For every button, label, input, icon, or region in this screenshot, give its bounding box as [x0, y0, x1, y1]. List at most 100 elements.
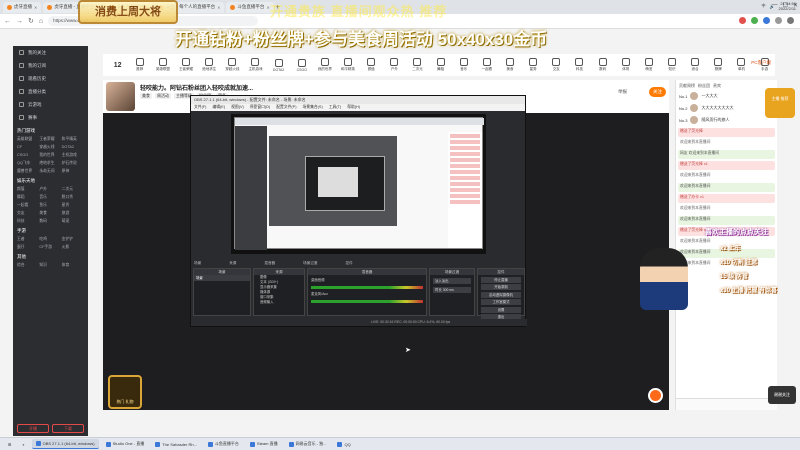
extension-icon[interactable] [763, 17, 770, 24]
obs-control-button[interactable]: 启动虚拟摄像机 [481, 291, 521, 298]
extension-icon[interactable] [739, 17, 746, 24]
sidebar-category-link[interactable]: 知识 [39, 263, 61, 268]
sidebar-item[interactable]: 赛事 [13, 111, 88, 124]
browser-tab[interactable]: 斗鱼直播平台 ✕ [105, 1, 154, 13]
ranking-row[interactable]: No.3 随风而行的旅人 [676, 114, 777, 126]
sidebar-category-link[interactable]: 蛋仔 [17, 245, 39, 250]
profile-icon[interactable] [775, 17, 782, 24]
forward-icon[interactable]: → [16, 18, 23, 25]
sidebar-category-link[interactable]: 绝地求生 [39, 161, 61, 166]
obs-control-button[interactable]: 停止直播 [481, 276, 521, 283]
sidebar-category-link[interactable]: CF手游 [39, 245, 61, 250]
sidebar-category-link[interactable]: 萌宠 [62, 219, 84, 224]
back-icon[interactable]: ← [4, 18, 11, 25]
sidebar-category-link[interactable]: 穿越火线 [39, 145, 61, 150]
taskbar-app[interactable]: Steam 直播 [246, 439, 282, 449]
source-item[interactable]: 音频输入 [254, 300, 304, 305]
category-item[interactable]: 和平精英 [337, 58, 358, 72]
sidebar-category-link[interactable]: 脱口秀 [62, 195, 84, 200]
ranking-row[interactable]: No.2 大大大大大大大大 [676, 102, 777, 114]
avatar[interactable] [106, 82, 135, 111]
new-tab-icon[interactable]: + [276, 4, 280, 11]
category-item[interactable]: 英雄联盟 [152, 58, 173, 72]
category-item[interactable]: 科技 [569, 58, 590, 72]
category-item[interactable]: 户外 [384, 58, 405, 72]
url-input[interactable] [48, 16, 259, 26]
sidebar-category-link[interactable]: 原神 [62, 169, 84, 174]
obs-control-button[interactable]: 开始录制 [481, 284, 521, 290]
category-item[interactable]: 我的世界 [314, 58, 335, 72]
obs-menu-item[interactable]: 帮助(H) [347, 104, 360, 111]
category-item[interactable]: 王者荣耀 [176, 58, 197, 72]
sidebar-category-link[interactable]: 美食 [39, 211, 61, 216]
sidebar-category-link[interactable]: 魔兽世界 [17, 169, 39, 174]
sidebar-item[interactable]: 观看历史 [13, 72, 88, 85]
taskbar-app[interactable]: OBS 27.1.1 (64-bit, windows) [31, 439, 99, 449]
sidebar-footer-button[interactable]: 下载 [52, 424, 84, 433]
sidebar-category-link[interactable]: 音乐 [39, 195, 61, 200]
sidebar-category-link[interactable]: 英雄联盟 [17, 137, 39, 142]
close-tab-icon[interactable]: ✕ [96, 5, 99, 10]
sidebar-category-link[interactable]: 主机游戏 [62, 153, 84, 158]
sidebar-category-link[interactable]: 星秀 [62, 203, 84, 208]
home-icon[interactable]: ⌂ [39, 18, 43, 25]
obs-menu-item[interactable]: 文件(F) [194, 104, 206, 111]
obs-menu-item[interactable]: 工具(T) [329, 104, 341, 111]
sidebar-category-link[interactable]: 户外 [39, 187, 61, 192]
sidebar-category-link[interactable]: CSGO [17, 153, 39, 158]
category-item[interactable]: 二次元 [407, 58, 428, 72]
sidebar-category-link[interactable]: 旅游 [62, 211, 84, 216]
category-item[interactable]: 穿越火线 [222, 58, 243, 72]
sidebar-category-link[interactable]: 体育 [62, 263, 84, 268]
sidebar-item[interactable]: 我的关注 [13, 46, 88, 59]
taskbar-app[interactable]: QQ [333, 439, 354, 449]
chat-input[interactable] [676, 398, 777, 410]
ranking-row[interactable]: No.1 一大大大 [676, 90, 777, 102]
close-tab-icon[interactable]: ✕ [217, 5, 220, 10]
category-item[interactable]: 交友 [546, 58, 567, 72]
category-item[interactable]: 舞蹈 [430, 58, 451, 72]
sidebar-category-link[interactable]: 二次元 [62, 187, 84, 192]
start-icon[interactable]: ⊞ [4, 439, 15, 449]
category-item[interactable]: 棋牌 [708, 58, 729, 72]
search-icon[interactable]: ⌕ [18, 439, 28, 449]
obs-menu-item[interactable]: 视图(V) [231, 104, 244, 111]
category-item[interactable]: 音乐 [453, 58, 474, 72]
close-tab-icon[interactable]: ✕ [266, 5, 269, 10]
category-item[interactable]: 数码 [592, 58, 613, 72]
report-link[interactable]: 举报 [618, 89, 627, 95]
sidebar-category-link[interactable]: 吃鸡 [39, 237, 61, 242]
category-item[interactable]: 一起看 [476, 58, 497, 72]
chat-tab[interactable]: 贡献周榜 [679, 83, 695, 88]
sidebar-category-link[interactable]: 综合 [17, 263, 39, 268]
category-item[interactable]: 主机游戏 [245, 58, 266, 72]
obs-control-button[interactable]: 设置 [481, 306, 521, 313]
room-tag[interactable]: 周活动 [155, 93, 171, 99]
category-item[interactable]: 美食 [499, 58, 520, 72]
refresh-icon[interactable]: ↻ [28, 17, 34, 25]
sidebar-category-link[interactable]: 我的世界 [39, 153, 61, 158]
sidebar-category-link[interactable]: 舞蹈 [17, 195, 39, 200]
clock[interactable]: 21:04:59 2022/2/11 [779, 1, 797, 11]
category-item[interactable]: 绝地求生 [199, 58, 220, 72]
sidebar-category-link[interactable]: 火影 [62, 245, 84, 250]
sidebar-category-link[interactable]: 炉石传说 [62, 161, 84, 166]
close-tab-icon[interactable]: ✕ [146, 5, 149, 10]
category-item[interactable]: 推荐 [129, 58, 150, 72]
sidebar-item[interactable]: 我的订阅 [13, 59, 88, 72]
category-item[interactable]: 星秀 [523, 58, 544, 72]
extension-icon[interactable] [751, 17, 758, 24]
taskbar-app[interactable]: 网易云音乐 - 独... [285, 439, 331, 449]
browser-tab[interactable]: 斗鱼直播平台 ✕ [226, 1, 274, 13]
transition-duration[interactable]: 时长 300 ms [433, 287, 471, 293]
sidebar-footer-button[interactable]: 开播 [17, 424, 49, 433]
taskbar-app[interactable]: The Sahasder Rh... [151, 439, 201, 449]
scene-item[interactable]: 场景 [194, 275, 250, 281]
transition-select[interactable]: 淡入淡出 [433, 278, 471, 284]
obs-menu-item[interactable]: 停靠窗口(D) [250, 104, 270, 111]
chat-tab[interactable]: 粉丝团 [698, 83, 710, 88]
pc-client-link[interactable]: PC客户端 [751, 60, 771, 66]
room-tag[interactable]: 美食 [140, 93, 152, 99]
sidebar-category-link[interactable]: 鱼乐 [39, 203, 61, 208]
chat-tab[interactable]: 贵宾 [713, 83, 721, 88]
